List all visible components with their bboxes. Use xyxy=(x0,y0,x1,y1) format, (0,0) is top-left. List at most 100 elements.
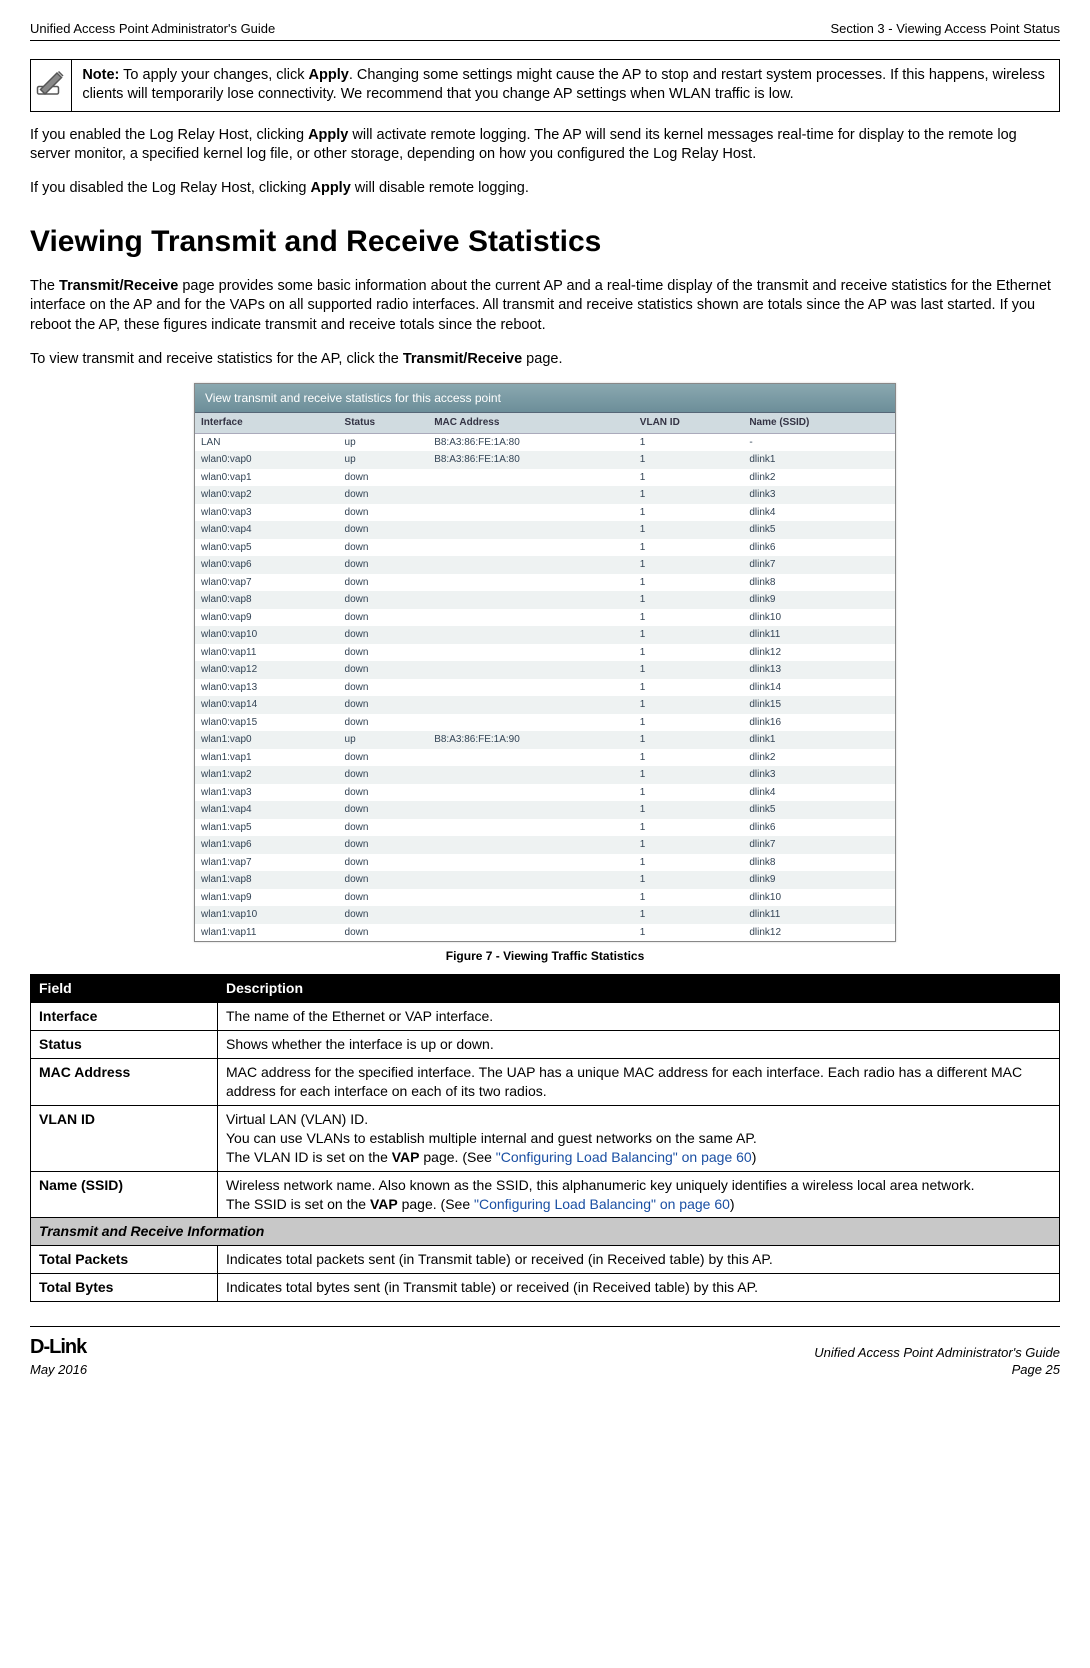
table-cell: wlan1:vap1 xyxy=(195,749,339,767)
table-cell: wlan1:vap4 xyxy=(195,801,339,819)
table-cell: 1 xyxy=(634,836,744,854)
table-cell xyxy=(428,924,634,942)
screenshot-th: Name (SSID) xyxy=(743,413,895,433)
table-cell: down xyxy=(339,714,429,732)
field-label: VLAN ID xyxy=(31,1105,218,1171)
table-cell: down xyxy=(339,556,429,574)
table-cell: down xyxy=(339,469,429,487)
table-cell xyxy=(428,539,634,557)
table-row: wlan0:vap6down1dlink7 xyxy=(195,556,895,574)
table-row: wlan1:vap7down1dlink8 xyxy=(195,854,895,872)
table-row: wlan0:vap0upB8:A3:86:FE:1A:801dlink1 xyxy=(195,451,895,469)
table-cell xyxy=(428,556,634,574)
table-cell xyxy=(428,889,634,907)
table-cell: dlink1 xyxy=(743,731,895,749)
table-cell: down xyxy=(339,609,429,627)
table-cell xyxy=(428,749,634,767)
field-row: MAC AddressMAC address for the specified… xyxy=(31,1059,1060,1106)
table-cell: dlink2 xyxy=(743,749,895,767)
table-row: wlan0:vap15down1dlink16 xyxy=(195,714,895,732)
screenshot-panel: View transmit and receive statistics for… xyxy=(194,383,896,942)
table-cell xyxy=(428,521,634,539)
table-cell xyxy=(428,871,634,889)
table-cell xyxy=(428,504,634,522)
table-cell: 1 xyxy=(634,749,744,767)
field-desc: The name of the Ethernet or VAP interfac… xyxy=(218,1003,1060,1031)
field-label: Name (SSID) xyxy=(31,1171,218,1218)
table-cell: wlan0:vap13 xyxy=(195,679,339,697)
field-row: Total PacketsIndicates total packets sen… xyxy=(31,1246,1060,1274)
table-cell: dlink15 xyxy=(743,696,895,714)
table-cell: 1 xyxy=(634,433,744,451)
table-cell: 1 xyxy=(634,486,744,504)
table-cell: down xyxy=(339,871,429,889)
table-cell: wlan0:vap10 xyxy=(195,626,339,644)
field-desc: Indicates total bytes sent (in Transmit … xyxy=(218,1274,1060,1302)
table-cell: dlink4 xyxy=(743,504,895,522)
field-row: Name (SSID)Wireless network name. Also k… xyxy=(31,1171,1060,1218)
table-cell: dlink10 xyxy=(743,609,895,627)
table-cell: 1 xyxy=(634,854,744,872)
field-th-field: Field xyxy=(31,975,218,1003)
field-label: Status xyxy=(31,1031,218,1059)
table-cell: 1 xyxy=(634,889,744,907)
p3a: The xyxy=(30,278,59,294)
table-cell: down xyxy=(339,819,429,837)
dlink-logo: D-Link xyxy=(30,1336,86,1358)
table-cell xyxy=(428,836,634,854)
table-cell: wlan0:vap5 xyxy=(195,539,339,557)
table-cell xyxy=(428,679,634,697)
table-cell: down xyxy=(339,504,429,522)
table-cell: 1 xyxy=(634,924,744,942)
table-row: wlan0:vap8down1dlink9 xyxy=(195,591,895,609)
table-cell: dlink11 xyxy=(743,626,895,644)
table-cell: down xyxy=(339,906,429,924)
table-cell: wlan1:vap8 xyxy=(195,871,339,889)
page-footer: D-Link May 2016 Unified Access Point Adm… xyxy=(30,1326,1060,1379)
table-row: wlan0:vap7down1dlink8 xyxy=(195,574,895,592)
paragraph-1: If you enabled the Log Relay Host, click… xyxy=(30,126,1060,165)
field-desc: Indicates total packets sent (in Transmi… xyxy=(218,1246,1060,1274)
table-cell: 1 xyxy=(634,609,744,627)
table-cell: down xyxy=(339,486,429,504)
table-row: wlan1:vap3down1dlink4 xyxy=(195,784,895,802)
table-row: wlan0:vap14down1dlink15 xyxy=(195,696,895,714)
table-cell: up xyxy=(339,451,429,469)
table-cell: dlink11 xyxy=(743,906,895,924)
note-text: Note: To apply your changes, click Apply… xyxy=(72,60,1059,111)
table-cell: wlan1:vap0 xyxy=(195,731,339,749)
field-label: MAC Address xyxy=(31,1059,218,1106)
table-cell: dlink4 xyxy=(743,784,895,802)
field-desc: Virtual LAN (VLAN) ID.You can use VLANs … xyxy=(218,1105,1060,1171)
table-row: wlan1:vap10down1dlink11 xyxy=(195,906,895,924)
table-cell: dlink13 xyxy=(743,661,895,679)
table-row: LANupB8:A3:86:FE:1A:801- xyxy=(195,433,895,451)
table-cell xyxy=(428,486,634,504)
table-cell: dlink8 xyxy=(743,574,895,592)
table-cell: wlan0:vap2 xyxy=(195,486,339,504)
table-cell: 1 xyxy=(634,696,744,714)
table-row: wlan1:vap5down1dlink6 xyxy=(195,819,895,837)
table-row: wlan0:vap12down1dlink13 xyxy=(195,661,895,679)
screenshot-table: InterfaceStatusMAC AddressVLAN IDName (S… xyxy=(195,413,895,941)
table-cell: wlan0:vap1 xyxy=(195,469,339,487)
table-cell: wlan1:vap10 xyxy=(195,906,339,924)
table-row: wlan0:vap11down1dlink12 xyxy=(195,644,895,662)
screenshot-th: VLAN ID xyxy=(634,413,744,433)
p4c: page. xyxy=(522,351,562,367)
header-right: Section 3 - Viewing Access Point Status xyxy=(830,20,1060,38)
p4b: Transmit/Receive xyxy=(403,351,522,367)
table-cell xyxy=(428,609,634,627)
table-cell: dlink8 xyxy=(743,854,895,872)
table-cell: down xyxy=(339,539,429,557)
table-row: wlan1:vap0upB8:A3:86:FE:1A:901dlink1 xyxy=(195,731,895,749)
field-section-row: Transmit and Receive Information xyxy=(31,1218,1060,1246)
table-cell xyxy=(428,469,634,487)
footer-left: D-Link May 2016 xyxy=(30,1334,87,1379)
table-cell: 1 xyxy=(634,626,744,644)
table-cell xyxy=(428,661,634,679)
table-cell: wlan1:vap7 xyxy=(195,854,339,872)
table-cell: 1 xyxy=(634,539,744,557)
table-cell: dlink2 xyxy=(743,469,895,487)
field-description-table: Field Description InterfaceThe name of t… xyxy=(30,974,1060,1302)
